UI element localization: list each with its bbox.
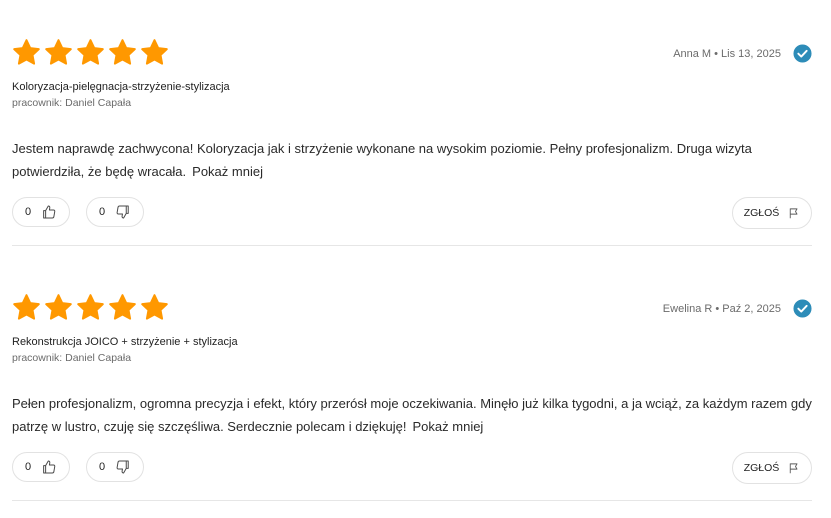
review-text: Pełen profesjonalizm, ogromna precyzja i… [12,392,812,438]
review-meta: Ewelina R • Paź 2, 2025 [663,299,812,318]
like-button[interactable]: 0 [12,452,70,482]
verified-check-icon [793,44,812,63]
star-icon [109,294,136,320]
divider [12,500,812,501]
star-icon [13,294,40,320]
show-less-link[interactable]: Pokaż mniej [413,419,484,434]
flag-icon [790,463,798,474]
star-icon [45,39,72,65]
review-body: Pełen profesjonalizm, ogromna precyzja i… [12,396,812,434]
like-count: 0 [25,461,32,473]
star-icon [45,294,72,320]
review-meta: Anna M • Lis 13, 2025 [673,44,812,63]
review-body: Jestem naprawdę zachwycona! Koloryzacja … [12,141,752,179]
thumbs-up-icon [43,460,56,474]
employee-name: pracownik: Daniel Capała [12,352,132,364]
report-label: ZGŁOŚ [743,207,780,219]
author-date: Ewelina R • Paź 2, 2025 [662,302,781,315]
star-rating [12,38,169,67]
star-icon [77,39,104,65]
like-count: 0 [25,206,32,218]
flag-icon [790,208,798,219]
thumbs-down-icon [116,205,129,219]
service-name: Koloryzacja-pielęgnacja-strzyżenie-styli… [12,81,230,93]
dislike-button[interactable]: 0 [86,197,144,227]
report-button[interactable]: ZGŁOŚ [732,452,812,484]
like-button[interactable]: 0 [12,197,70,227]
star-icon [141,294,168,320]
star-icon [109,39,136,65]
star-icon [13,39,40,65]
employee-name: pracownik: Daniel Capała [12,97,132,109]
dislike-count: 0 [99,461,106,473]
thumbs-up-icon [43,205,56,219]
author-date: Anna M • Lis 13, 2025 [673,47,781,60]
thumbs-down-icon [116,460,129,474]
show-less-link[interactable]: Pokaż mniej [192,164,263,179]
report-label: ZGŁOŚ [743,462,780,474]
star-icon [141,39,168,65]
divider [12,245,812,246]
verified-check-icon [793,299,812,318]
review-text: Jestem naprawdę zachwycona! Koloryzacja … [12,137,812,183]
star-rating [12,293,169,322]
report-button[interactable]: ZGŁOŚ [732,197,812,229]
dislike-count: 0 [99,206,106,218]
dislike-button[interactable]: 0 [86,452,144,482]
service-name: Rekonstrukcja JOICO + strzyżenie + styli… [12,336,238,348]
star-icon [77,294,104,320]
